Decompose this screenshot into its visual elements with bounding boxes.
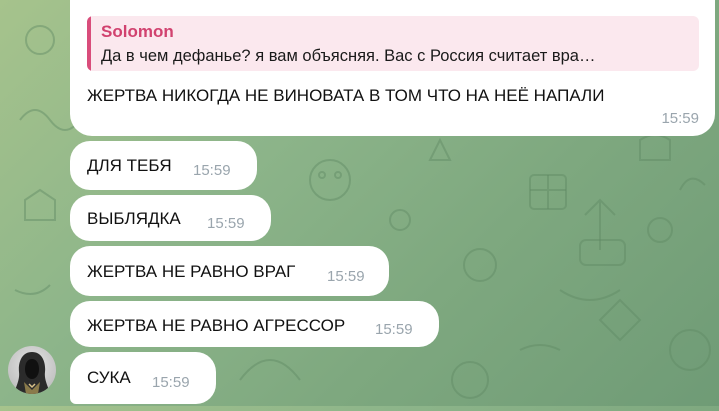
message-text: ВЫБЛЯДКА: [87, 209, 181, 228]
message-bubble[interactable]: ЖЕРТВА НЕ РАВНО АГРЕССОР 15:59: [70, 301, 439, 347]
message-time: 15:59: [375, 321, 413, 338]
hooded-figure-icon: [14, 352, 50, 394]
message-bubble[interactable]: СУКА 15:59: [70, 352, 216, 404]
message-time: 15:59: [661, 110, 699, 127]
reply-accent-bar: [87, 16, 91, 71]
message-bubble[interactable]: Solomon Да в чем дефанье? я вам объясняя…: [70, 0, 715, 136]
message-bubble[interactable]: ЖЕРТВА НЕ РАВНО ВРАГ 15:59: [70, 246, 389, 296]
reply-preview[interactable]: Solomon Да в чем дефанье? я вам объясняя…: [87, 16, 699, 71]
message-text: ЖЕРТВА НИКОГДА НЕ ВИНОВАТА В ТОМ ЧТО НА …: [87, 86, 605, 105]
avatar[interactable]: [8, 346, 56, 394]
message-text: ЖЕРТВА НЕ РАВНО АГРЕССОР: [87, 316, 346, 335]
message-text: ДЛЯ ТЕБЯ: [87, 156, 172, 175]
message-time: 15:59: [152, 374, 190, 391]
message-bubble[interactable]: ВЫБЛЯДКА 15:59: [70, 195, 271, 241]
reply-author: Solomon: [101, 22, 174, 41]
message-text: ЖЕРТВА НЕ РАВНО ВРАГ: [87, 262, 296, 281]
message-text: СУКА: [87, 368, 131, 387]
message-time: 15:59: [327, 268, 365, 285]
reply-quote: Да в чем дефанье? я вам объясняя. Вас с …: [101, 47, 596, 65]
message-bubble[interactable]: ДЛЯ ТЕБЯ 15:59: [70, 141, 257, 190]
message-time: 15:59: [207, 215, 245, 232]
message-time: 15:59: [193, 162, 231, 179]
